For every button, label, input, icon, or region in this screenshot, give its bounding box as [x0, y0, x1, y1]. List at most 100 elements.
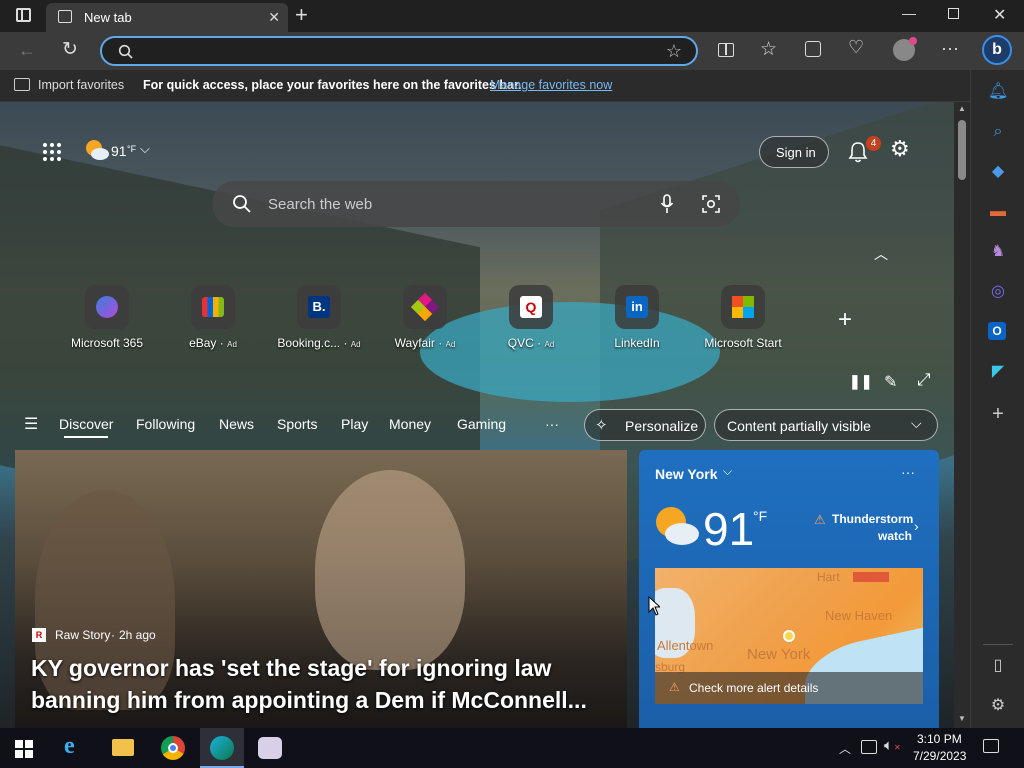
new-tab-button[interactable]: +: [295, 2, 308, 28]
shopping-tag-icon[interactable]: ◆: [988, 162, 1008, 182]
favorite-star-icon[interactable]: ☆: [666, 41, 682, 62]
tab-gaming[interactable]: Gaming: [457, 416, 506, 432]
personalize-button[interactable]: ✧ Personalize: [584, 409, 706, 441]
microsoft365-icon[interactable]: ◎: [988, 282, 1008, 302]
quick-link-microsoft-start[interactable]: [721, 285, 765, 329]
collections-icon[interactable]: [805, 41, 821, 57]
weather-more-options[interactable]: ···: [901, 464, 915, 480]
weather-alert-title[interactable]: Thunderstorm: [832, 512, 913, 526]
edge-icon[interactable]: [210, 736, 234, 760]
quick-link-microsoft365[interactable]: [85, 285, 129, 329]
app-pinned-icon[interactable]: [258, 737, 282, 759]
tab-sports[interactable]: Sports: [277, 416, 317, 432]
fullscreen-icon[interactable]: ⤢: [917, 370, 931, 390]
weather-alert-map[interactable]: Hart New Haven Allentown New York sburg …: [655, 568, 923, 704]
notifications-button[interactable]: 4: [847, 136, 881, 164]
chrome-icon[interactable]: [161, 736, 185, 760]
bing-copilot-icon[interactable]: b: [982, 35, 1012, 65]
menu-icon[interactable]: ☰: [24, 414, 38, 434]
close-window-button[interactable]: ✕: [993, 5, 1006, 25]
tab-money[interactable]: Money: [389, 416, 431, 432]
alert-details-link[interactable]: Check more alert details: [689, 681, 818, 695]
sign-in-label: Sign in: [776, 145, 816, 160]
manage-favorites-link[interactable]: Manage favorites now: [490, 78, 612, 92]
collapse-quick-links-icon[interactable]: ︿: [874, 244, 888, 264]
tab-discover[interactable]: Discover: [59, 416, 113, 432]
scrollbar-thumb[interactable]: [958, 120, 966, 180]
games-icon[interactable]: ♞: [988, 242, 1008, 262]
microphone-icon[interactable]: [660, 194, 674, 214]
weather-alert-subtitle: watch: [878, 529, 913, 543]
search-icon[interactable]: ⌕: [988, 122, 1008, 142]
address-bar[interactable]: ☆: [100, 36, 698, 66]
page-scrollbar[interactable]: ▲ ▼: [954, 102, 970, 728]
close-tab-icon[interactable]: ✕: [268, 9, 280, 26]
tab-play[interactable]: Play: [341, 416, 368, 432]
minimize-button[interactable]: —: [902, 5, 916, 21]
hide-sidebar-icon[interactable]: ▯: [988, 656, 1008, 676]
tab-news[interactable]: News: [219, 416, 254, 432]
profile-avatar[interactable]: [893, 37, 917, 61]
title-bar: New tab ✕ + — ✕: [0, 0, 1024, 32]
favorites-icon[interactable]: ☆: [760, 38, 777, 61]
clock-time[interactable]: 3:10 PM: [917, 732, 962, 746]
quick-link-label: LinkedIn: [614, 336, 660, 350]
warning-icon: ⚠: [669, 680, 680, 694]
show-hidden-icons[interactable]: ︿: [839, 740, 851, 757]
new-tab-page: 91 °F ⌵ Sign in 4 ⚙ Search the web ︿ Mic…: [0, 102, 954, 728]
import-favorites-button[interactable]: Import favorites: [38, 78, 124, 92]
customize-background-icon[interactable]: ✎: [884, 372, 897, 392]
scroll-down-arrow[interactable]: ▼: [958, 714, 966, 723]
article-headline[interactable]: KY governor has 'set the stage' for igno…: [31, 652, 611, 716]
settings-more-icon[interactable]: ···: [941, 38, 959, 59]
page-settings-gear-icon[interactable]: ⚙: [890, 136, 910, 162]
clock-date[interactable]: 7/29/2023: [913, 749, 966, 763]
apps-launcher-icon[interactable]: [42, 142, 62, 162]
notification-center-icon[interactable]: [983, 739, 999, 753]
notification-badge: 4: [866, 136, 881, 151]
address-input[interactable]: [146, 42, 646, 62]
article-card[interactable]: R Raw Story · 2h ago KY governor has 'se…: [15, 450, 627, 728]
web-search-box[interactable]: Search the web: [212, 181, 740, 227]
visual-search-icon[interactable]: [702, 195, 720, 213]
add-sidebar-app-icon[interactable]: +: [988, 404, 1008, 424]
tools-briefcase-icon[interactable]: ▬: [988, 202, 1008, 222]
back-button[interactable]: ←: [18, 40, 36, 61]
file-explorer-icon[interactable]: [112, 739, 134, 756]
quick-link-linkedin[interactable]: in: [615, 285, 659, 329]
sign-in-button[interactable]: Sign in: [759, 136, 829, 168]
mouse-cursor-icon: [648, 596, 660, 616]
pause-background-icon[interactable]: ❚❚: [849, 373, 872, 390]
tab-actions-icon[interactable]: [16, 8, 31, 22]
windows-start-icon[interactable]: [15, 740, 33, 758]
warning-icon: ⚠: [814, 512, 826, 527]
volume-muted-icon[interactable]: 🔈︎ ✕: [884, 737, 901, 754]
quick-link-wayfair[interactable]: [403, 285, 447, 329]
quick-link-booking[interactable]: B.: [297, 285, 341, 329]
sidebar-settings-gear-icon[interactable]: ⚙: [988, 696, 1008, 716]
notifications-bell-icon[interactable]: 🔔︎: [988, 82, 1008, 102]
quick-link-caption: eBay · Ad: [189, 336, 237, 350]
quick-link-ebay[interactable]: [191, 285, 235, 329]
search-icon: [118, 44, 133, 59]
quick-link-qvc[interactable]: Q: [509, 285, 553, 329]
tab-new-tab[interactable]: New tab ✕: [46, 3, 288, 32]
network-icon[interactable]: [861, 740, 877, 754]
more-tabs-button[interactable]: ···: [545, 416, 559, 432]
weather-card[interactable]: New York ⌵ ··· 91 °F ⚠ Thunderstorm watc…: [639, 450, 939, 728]
location-pin: [783, 630, 795, 642]
refresh-button[interactable]: ↻: [62, 38, 78, 61]
drop-icon[interactable]: ◤: [988, 362, 1008, 382]
browser-essentials-icon[interactable]: ♡: [848, 37, 864, 58]
scroll-up-arrow[interactable]: ▲: [958, 104, 966, 113]
tab-following[interactable]: Following: [136, 416, 195, 432]
content-visibility-dropdown[interactable]: Content partially visible ⌵: [714, 409, 938, 441]
internet-explorer-icon[interactable]: e: [64, 733, 75, 760]
weather-location[interactable]: New York: [655, 466, 718, 482]
outlook-icon[interactable]: O: [988, 322, 1006, 340]
split-screen-icon[interactable]: [718, 43, 734, 57]
windows-taskbar: e ︿ 🔈︎ ✕ 3:10 PM 7/29/2023: [0, 728, 1024, 768]
add-shortcut-icon[interactable]: +: [838, 306, 852, 334]
restore-button[interactable]: [948, 8, 959, 19]
alert-details-bar[interactable]: ⚠ Check more alert details: [655, 672, 923, 704]
